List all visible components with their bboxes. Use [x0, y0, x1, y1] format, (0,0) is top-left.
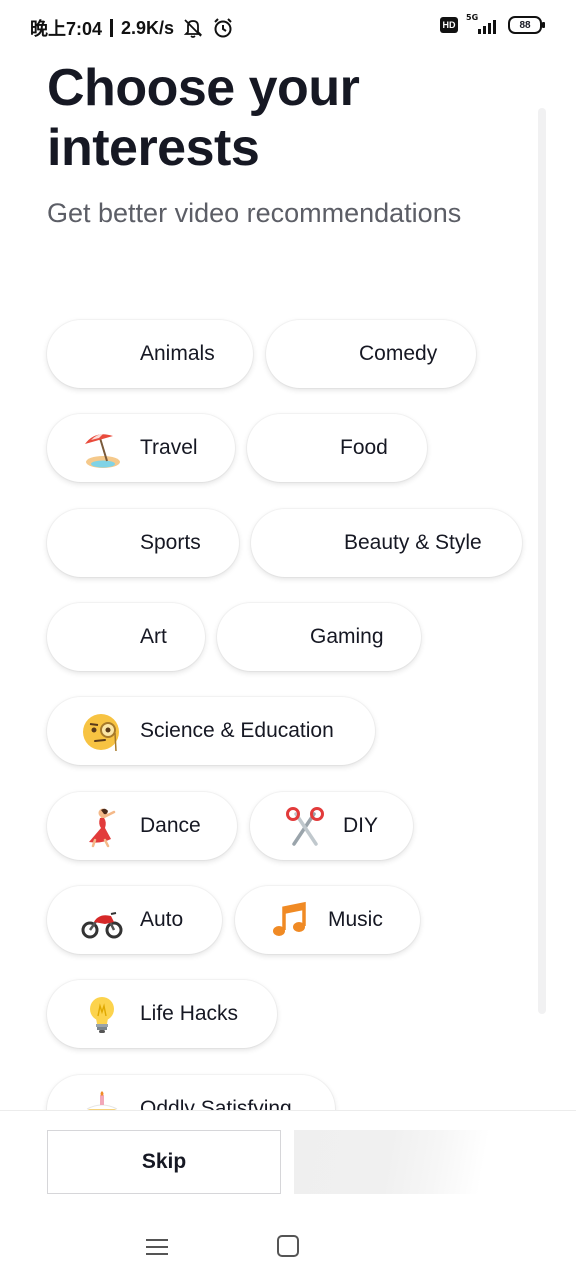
- dancer-icon: [81, 806, 123, 848]
- interest-list: Animals Comedy Travel Food Sports Beauty…: [0, 0, 576, 1110]
- interest-chip-gaming[interactable]: Gaming: [217, 603, 421, 671]
- light-bulb-icon: [81, 994, 123, 1036]
- interest-label: Travel: [140, 436, 198, 459]
- interest-label: Beauty & Style: [344, 531, 482, 554]
- motorcycle-icon: [81, 900, 123, 942]
- interest-label: Dance: [140, 814, 201, 837]
- interest-label: Life Hacks: [140, 1002, 239, 1025]
- interest-chip-beauty-style[interactable]: Beauty & Style: [251, 509, 522, 577]
- interest-label: Oddly Satisfying: [140, 1097, 292, 1110]
- interest-chip-science-education[interactable]: Science & Education: [47, 697, 375, 765]
- bottom-action-bar: Skip: [0, 1110, 576, 1221]
- interest-chip-art[interactable]: Art: [47, 603, 205, 671]
- interest-label: Art: [140, 625, 167, 648]
- interest-label: DIY: [343, 814, 379, 837]
- interest-chip-diy[interactable]: DIY: [250, 792, 413, 860]
- interest-chip-sports[interactable]: Sports: [47, 509, 239, 577]
- home-icon[interactable]: [277, 1235, 299, 1257]
- face-with-monocle-icon: [81, 711, 123, 753]
- interest-label: Comedy: [359, 342, 438, 365]
- music-notes-icon: [269, 900, 311, 942]
- scissors-icon: [284, 806, 326, 848]
- skip-button[interactable]: Skip: [47, 1130, 281, 1194]
- interest-label: Auto: [140, 908, 184, 931]
- interest-chip-dance[interactable]: Dance: [47, 792, 237, 860]
- beach-umbrella-icon: [81, 428, 123, 470]
- interest-label: Food: [340, 436, 388, 459]
- interest-label: Music: [328, 908, 383, 931]
- interest-label: Gaming: [310, 625, 384, 648]
- interest-chip-life-hacks[interactable]: Life Hacks: [47, 980, 277, 1048]
- system-nav-bar: [0, 1220, 576, 1280]
- interest-chip-auto[interactable]: Auto: [47, 886, 222, 954]
- interest-label: Sports: [140, 531, 201, 554]
- interest-chip-comedy[interactable]: Comedy: [266, 320, 476, 388]
- interest-label: Science & Education: [140, 719, 334, 742]
- menu-icon[interactable]: [146, 1236, 168, 1256]
- next-button[interactable]: [294, 1130, 528, 1194]
- interest-chip-travel[interactable]: Travel: [47, 414, 235, 482]
- cake-icon: [81, 1089, 123, 1110]
- interest-label: Animals: [140, 342, 215, 365]
- interest-chip-music[interactable]: Music: [235, 886, 420, 954]
- interest-chip-animals[interactable]: Animals: [47, 320, 253, 388]
- interest-chip-food[interactable]: Food: [247, 414, 427, 482]
- interest-chip-oddly-satisfying[interactable]: Oddly Satisfying: [47, 1075, 335, 1110]
